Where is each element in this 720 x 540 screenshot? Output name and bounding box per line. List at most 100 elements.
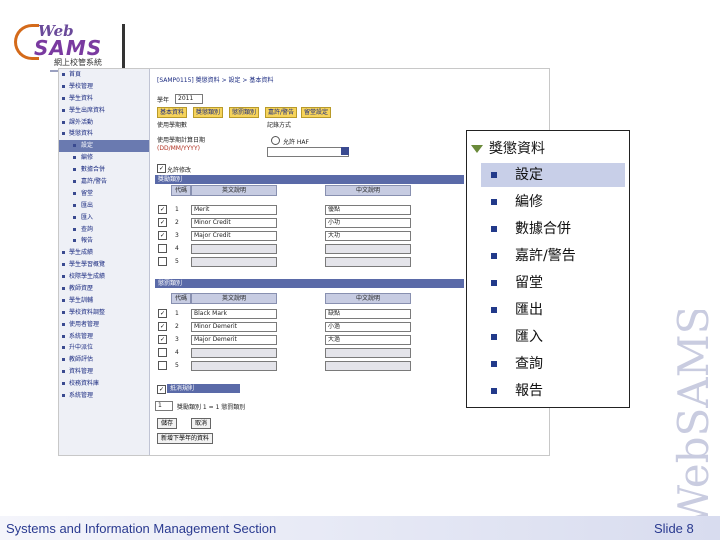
row-en-input[interactable]: Black Mark [191,309,277,319]
row-zh-input[interactable] [325,361,411,371]
bullet-icon [491,388,497,394]
add-next-year-button[interactable]: 新增下學年的資料 [157,433,214,444]
row-en-input[interactable]: Major Credit [191,231,277,241]
save-button[interactable]: 儲存 [157,418,178,429]
popup-item[interactable]: 設定 [481,163,625,187]
sidebar-item[interactable]: 查詢 [59,224,149,236]
sidebar-item[interactable]: 匯入 [59,212,149,224]
popup-item[interactable]: 查詢 [481,352,625,376]
bullet-icon [73,203,76,207]
row-zh-input[interactable]: 優點 [325,205,411,215]
popup-item[interactable]: 編修 [481,190,625,214]
row-checkbox[interactable]: ✓ [158,231,167,240]
merit-header: 獎勵類別 [155,175,464,184]
year-select[interactable]: 2011 [175,94,203,104]
row-checkbox[interactable] [158,361,167,370]
row-checkbox[interactable] [158,257,167,266]
sidebar-item[interactable]: 教師評估 [59,354,149,366]
sidebar-item-label: 學校資料調整 [69,308,106,316]
sidebar-item[interactable]: 報告 [59,235,149,247]
row-checkbox[interactable]: ✓ [158,309,167,318]
sidebar-item[interactable]: 校際學生成績 [59,271,149,283]
tab-0[interactable]: 基本資料 [157,107,188,118]
sidebar-item[interactable]: 數據合併 [59,164,149,176]
tab-1[interactable]: 獎懲類別 [193,107,224,118]
calendar-icon[interactable] [341,147,349,155]
date-label: 使用學期計算日期 [157,137,206,144]
sidebar-item[interactable]: 獎懲資料 [59,128,149,140]
bullet-icon [62,132,65,136]
date-input[interactable] [267,147,349,157]
cancel-button[interactable]: 取消 [191,418,212,429]
popup-item[interactable]: 留堂 [481,271,625,295]
tab-2[interactable]: 懲罰類別 [229,107,260,118]
row-checkbox[interactable]: ✓ [158,322,167,331]
row-checkbox[interactable]: ✓ [158,205,167,214]
row-en-input[interactable]: Merit [191,205,277,215]
convert-from-input[interactable]: 1 [155,401,173,411]
sidebar-item[interactable]: 嘉許/警告 [59,176,149,188]
sidebar-nav: 首頁 學校管理 學生資料 學生出席資料 課外活動 獎懲資料 設定 編修 數據合併 嘉許/警告 留堂匯… [59,69,150,455]
sidebar-item[interactable]: 學校管理 [59,81,149,93]
sidebar-item[interactable]: 留堂 [59,188,149,200]
row-zh-input[interactable]: 小功 [325,218,411,228]
allow-edit-checkbox[interactable]: ✓ [157,164,166,173]
row-en-input[interactable]: Major Demerit [191,335,277,345]
row-en-input[interactable]: Minor Credit [191,218,277,228]
bullet-icon [62,108,65,112]
row-zh-input[interactable] [325,348,411,358]
row-en-input[interactable] [191,244,277,254]
row-checkbox[interactable]: ✓ [158,218,167,227]
row-zh-input[interactable]: 大過 [325,335,411,345]
sidebar-item[interactable]: 首頁 [59,69,149,81]
popup-item[interactable]: 報告 [481,379,625,403]
bullet-icon [62,120,65,124]
row-zh-input[interactable]: 缺點 [325,309,411,319]
row-zh-input[interactable] [325,244,411,254]
tab-3[interactable]: 嘉許/警告 [265,107,298,118]
sidebar-item[interactable]: 編修 [59,152,149,164]
sidebar-item[interactable]: 學生成績 [59,247,149,259]
sidebar-item[interactable]: 升中派位 [59,342,149,354]
sidebar-item[interactable]: 匯出 [59,200,149,212]
popup-item[interactable]: 嘉許/警告 [481,244,625,268]
sidebar-item[interactable]: 學校資料調整 [59,307,149,319]
sidebar-item[interactable]: 校務資料庫 [59,378,149,390]
sidebar-item[interactable]: 系統管理 [59,390,149,402]
row-en-input[interactable] [191,257,277,267]
tab-4[interactable]: 留堂設定 [301,107,332,118]
sidebar-item[interactable]: 學生訓輔 [59,295,149,307]
sidebar-item[interactable]: 資料管理 [59,366,149,378]
sidebar-item[interactable]: 學生出席資料 [59,105,149,117]
sidebar-item[interactable]: 學生資料 [59,93,149,105]
sidebar-item-label: 系統管理 [69,392,94,400]
record-radio[interactable] [271,136,280,145]
sidebar-item[interactable]: 課外活動 [59,117,149,129]
sidebar-item[interactable]: 設定 [59,140,149,153]
sidebar-item[interactable]: 系統管理 [59,331,149,343]
bullet-icon [62,310,65,314]
year-label: 學年 [157,97,170,104]
popup-item[interactable]: 匯入 [481,325,625,349]
row-en-input[interactable] [191,348,277,358]
sidebar-item[interactable]: 教師資歷 [59,283,149,295]
bullet-icon [62,382,65,386]
row-zh-input[interactable]: 小過 [325,322,411,332]
row-en-input[interactable]: Minor Demerit [191,322,277,332]
convert-label: 抵消規則 [167,384,240,393]
bullet-icon [73,215,76,219]
sidebar-item[interactable]: 使用者管理 [59,319,149,331]
row-zh-input[interactable]: 大功 [325,231,411,241]
bullet-icon [491,334,497,340]
bullet-icon [491,253,497,259]
row-en-input[interactable] [191,361,277,371]
popup-item[interactable]: 數據合併 [481,217,625,241]
popup-header: 獎懲資料 [471,139,545,159]
row-checkbox[interactable] [158,244,167,253]
row-checkbox[interactable]: ✓ [158,335,167,344]
popup-item[interactable]: 匯出 [481,298,625,322]
row-checkbox[interactable] [158,348,167,357]
sidebar-item[interactable]: 學生學習概覽 [59,259,149,271]
convert-checkbox[interactable]: ✓ [157,385,166,394]
row-zh-input[interactable] [325,257,411,267]
